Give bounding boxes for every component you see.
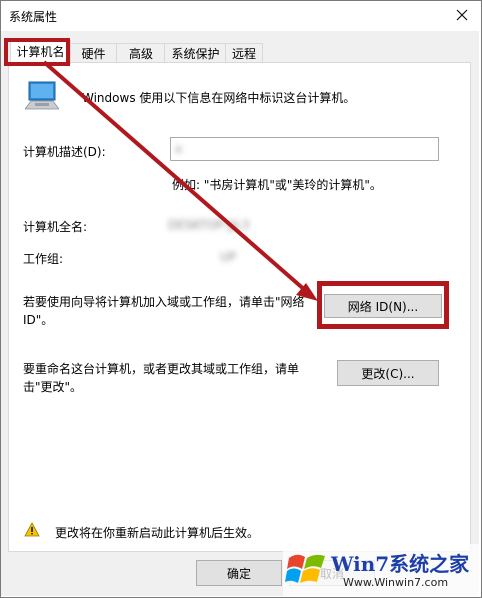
annotation-arrow xyxy=(42,60,318,301)
watermark: Win7系统之家 Www.Winwin7.com xyxy=(283,544,480,596)
watermark-url: Www.Winwin7.com xyxy=(343,576,449,589)
windows-logo-icon xyxy=(285,554,325,583)
watermark-brand: Win7系统之家 xyxy=(331,552,470,576)
